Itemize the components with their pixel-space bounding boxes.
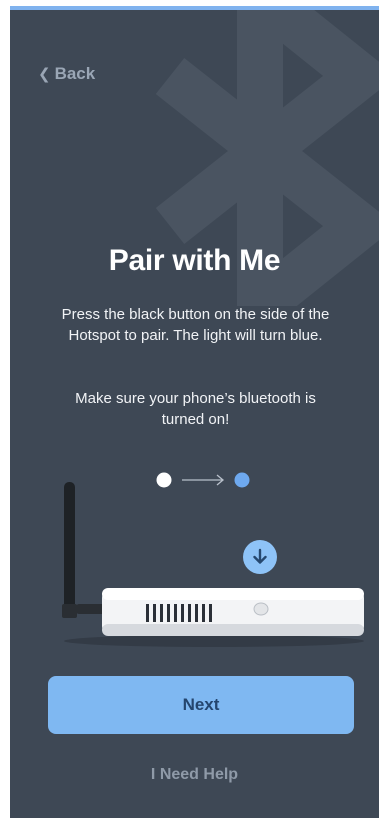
bluetooth-reminder-text: Make sure your phone’s bluetooth is turn… — [75, 390, 316, 428]
chevron-left-icon: ❮ — [38, 66, 51, 83]
back-button[interactable]: ❮ Back — [38, 64, 95, 84]
page-title: Pair with Me — [108, 244, 281, 277]
arrow-down-icon — [243, 540, 277, 574]
screen-top-edge — [10, 6, 379, 10]
instruction-text: Press the black button on the side of th… — [61, 306, 330, 344]
pairing-screen: ❮ Back Pair with Me Press the black butt… — [10, 6, 379, 818]
back-label: Back — [54, 64, 96, 83]
next-button[interactable]: Next — [48, 676, 354, 734]
hotspot-device-image — [62, 482, 364, 647]
help-link[interactable]: I Need Help — [10, 766, 379, 784]
device-frame: ❮ Back Pair with Me Press the black butt… — [0, 0, 379, 818]
